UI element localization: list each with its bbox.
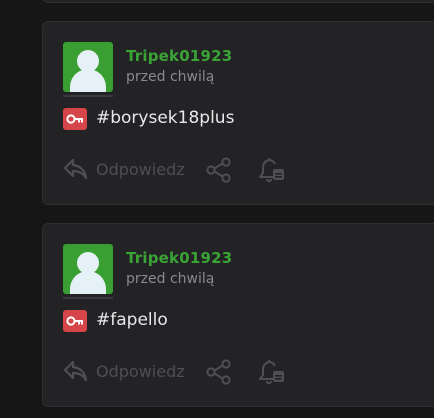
reply-button[interactable]: Odpowiedz xyxy=(96,362,185,381)
key-icon xyxy=(63,310,87,332)
reply-arrow-icon[interactable] xyxy=(63,157,89,181)
avatar-underline xyxy=(63,297,113,299)
comment-card: Tripek01923 przed chwilą #borysek18plus … xyxy=(42,21,434,205)
previous-comment-card xyxy=(42,0,434,3)
comment-card: Tripek01923 przed chwilą #fapello Odpowi… xyxy=(42,223,434,407)
user-avatar-icon[interactable] xyxy=(63,244,113,294)
bell-icon[interactable] xyxy=(257,357,287,387)
share-icon[interactable] xyxy=(205,359,233,385)
comments-page: Tripek01923 przed chwilą #borysek18plus … xyxy=(0,0,434,418)
username-link[interactable]: Tripek01923 xyxy=(126,249,232,267)
key-icon xyxy=(63,108,87,130)
user-avatar-icon[interactable] xyxy=(63,42,113,92)
share-icon[interactable] xyxy=(205,157,233,183)
hashtag-link[interactable]: #borysek18plus xyxy=(96,108,234,128)
avatar-underline xyxy=(63,95,113,97)
reply-arrow-icon[interactable] xyxy=(63,359,89,383)
timestamp: przed chwilą xyxy=(126,69,215,85)
hashtag-link[interactable]: #fapello xyxy=(96,310,168,330)
timestamp: przed chwilą xyxy=(126,271,215,287)
reply-button[interactable]: Odpowiedz xyxy=(96,160,185,179)
bell-icon[interactable] xyxy=(257,155,287,185)
username-link[interactable]: Tripek01923 xyxy=(126,47,232,65)
